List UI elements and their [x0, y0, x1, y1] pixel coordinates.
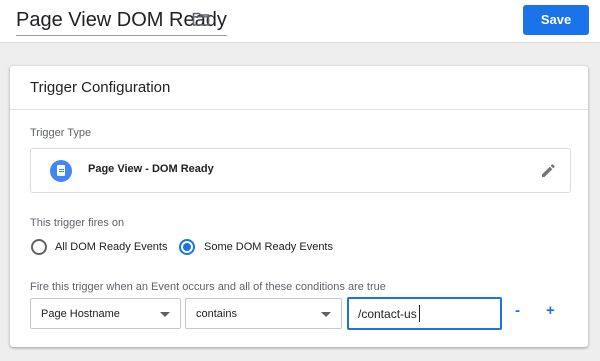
condition-label: Fire this trigger when an Event occurs a… [30, 281, 386, 293]
trigger-type-label: Trigger Type [30, 127, 92, 139]
operator-select-value: contains [196, 308, 237, 320]
radio-all-dom-ready[interactable] [31, 239, 47, 255]
radio-some-dom-ready[interactable] [179, 239, 195, 255]
card-header: Trigger Configuration [10, 66, 588, 110]
fires-on-label: This trigger fires on [30, 217, 125, 229]
remove-condition-button[interactable]: - [515, 302, 520, 320]
text-caret [419, 305, 420, 322]
trigger-type-name: Page View - DOM Ready [88, 163, 214, 175]
folder-icon[interactable] [192, 11, 210, 27]
variable-select-value: Page Hostname [41, 308, 120, 320]
trigger-configuration-card: Trigger Configuration Trigger Type Page … [10, 66, 588, 347]
operator-select[interactable]: contains [185, 298, 342, 329]
condition-value-text: /contact-us [358, 307, 417, 321]
trigger-type-selector[interactable]: Page View - DOM Ready [30, 148, 571, 193]
save-button[interactable]: Save [523, 5, 589, 35]
pencil-icon[interactable] [539, 162, 557, 180]
card-title: Trigger Configuration [30, 79, 171, 96]
document-icon [50, 160, 72, 182]
radio-all-dom-ready-label: All DOM Ready Events [55, 241, 168, 253]
header-bar: Page View DOM Ready Save [0, 0, 600, 43]
chevron-down-icon [160, 312, 170, 317]
variable-select[interactable]: Page Hostname [30, 298, 181, 329]
add-condition-button[interactable]: + [546, 302, 555, 320]
radio-some-dom-ready-label: Some DOM Ready Events [204, 241, 333, 253]
condition-value-input[interactable]: /contact-us [347, 297, 502, 330]
chevron-down-icon [321, 312, 331, 317]
